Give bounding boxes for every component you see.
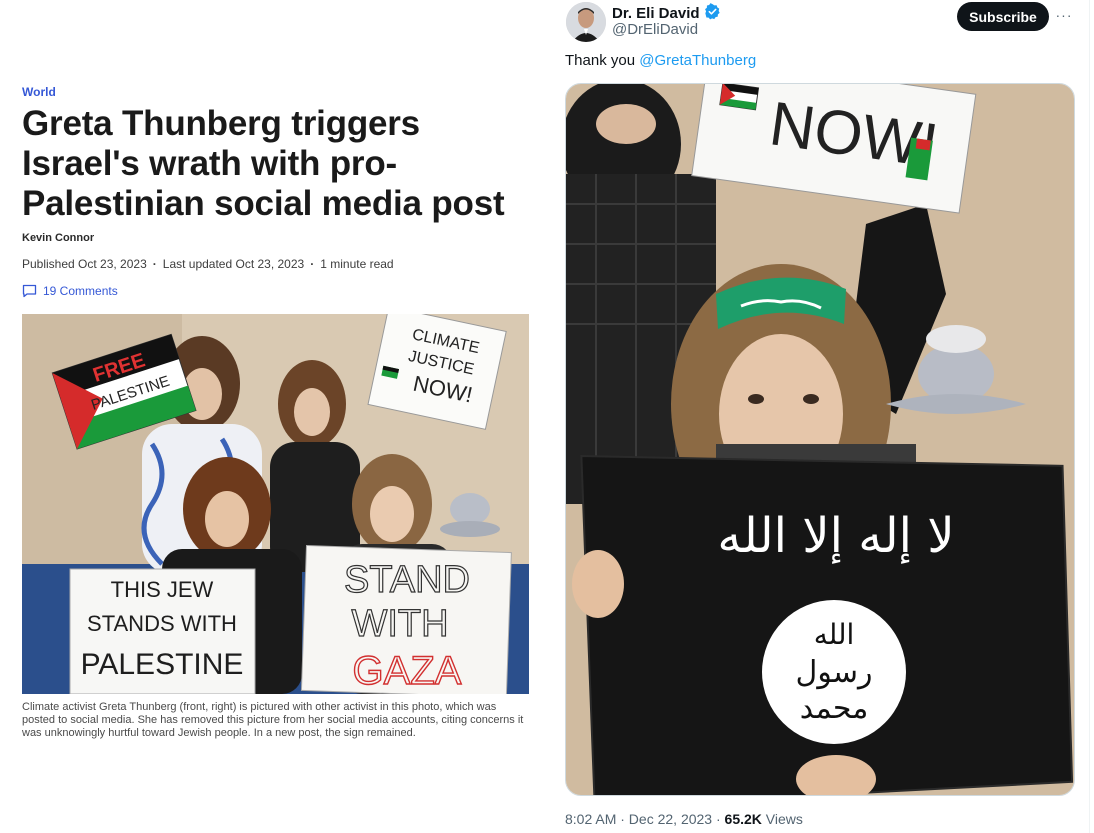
article-meta: Published Oct 23, 2023 · Last updated Oct …: [22, 257, 394, 271]
user-handle[interactable]: @DrEliDavid: [612, 21, 698, 38]
comments-link[interactable]: 19 Comments: [22, 284, 118, 298]
tweet-timestamp[interactable]: 8:02 AM · Dec 22, 2023 ·: [565, 811, 725, 827]
comments-count: 19 Comments: [43, 284, 118, 298]
flag-text: محمد: [800, 691, 869, 726]
photo-caption: Climate activist Greta Thunberg (front, …: [22, 701, 524, 739]
flag-text: رسول: [796, 655, 873, 690]
read-time: 1 minute read: [320, 257, 394, 271]
sign-text: GAZA: [353, 649, 462, 693]
comment-icon: [22, 284, 37, 298]
tweet-text-prefix: Thank you: [565, 52, 640, 69]
article-photo[interactable]: FREE PALESTINE CLIMATE JUSTICE NOW! THIS…: [22, 314, 529, 694]
flag-text: الله: [814, 618, 855, 651]
updated-date: Last updated Oct 23, 2023: [162, 257, 305, 271]
mention-link[interactable]: @GretaThunberg: [639, 52, 756, 69]
sign-text: THIS JEW: [111, 577, 214, 602]
meta-separator: ·: [152, 257, 157, 271]
tweet-photo[interactable]: NOW! لا إله إلا الله الله رسول محمد: [565, 83, 1075, 796]
more-options-icon[interactable]: ···: [1053, 6, 1075, 26]
sign-text: PALESTINE: [81, 648, 244, 681]
published-date: Published Oct 23, 2023: [22, 257, 147, 271]
display-name-text: Dr. Eli David: [612, 5, 700, 22]
verified-badge-icon: [704, 3, 721, 24]
flag-text: لا إله إلا الله: [717, 508, 954, 564]
article-author[interactable]: Kevin Connor: [22, 232, 94, 244]
sign-text: STAND: [344, 559, 470, 601]
views-label: Views: [761, 811, 803, 827]
news-article: World Greta Thunberg triggers Israel's w…: [0, 0, 548, 833]
meta-separator: ·: [310, 257, 315, 271]
subscribe-button[interactable]: Subscribe: [957, 2, 1049, 31]
section-link[interactable]: World: [22, 85, 56, 99]
tweet-footer: 8:02 AM · Dec 22, 2023 · 65.2K Views: [565, 811, 803, 827]
tweet-text: Thank you @GretaThunberg: [565, 52, 756, 69]
sign-text: STANDS WITH: [87, 611, 237, 636]
article-headline: Greta Thunberg triggers Israel's wrath w…: [22, 104, 505, 223]
sign-text: WITH: [351, 603, 448, 645]
views-count: 65.2K: [724, 811, 762, 827]
avatar[interactable]: [566, 2, 606, 42]
tweet: Dr. Eli David @DrEliDavid Subscribe ··· …: [548, 0, 1090, 833]
